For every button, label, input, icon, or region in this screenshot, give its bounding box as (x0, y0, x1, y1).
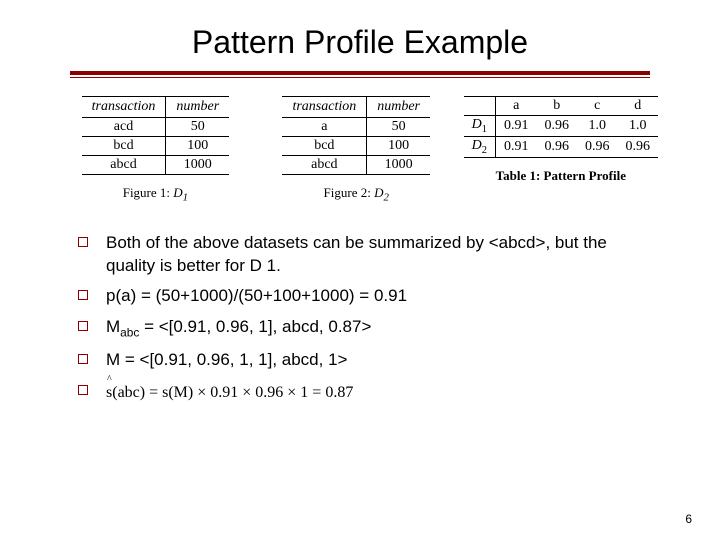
formula-text: (abc) = s(M) × 0.91 × 0.96 × 1 = 0.87 (112, 384, 353, 401)
bullet-text: Both of the above datasets can be summar… (106, 232, 642, 278)
s-hat-symbol: s (106, 384, 112, 401)
figure-1: transaction number acd 50 bcd 100 abcd 1… (62, 96, 249, 204)
table-1: a b c d D1 0.91 0.96 1.0 1.0 D2 0.91 0.9… (464, 96, 658, 184)
bullet-text: M = <[0.91, 0.96, 1, 1], abcd, 1> (106, 349, 642, 372)
list-item: p(a) = (50+1000)/(50+100+1000) = 0.91 (78, 285, 642, 308)
page-title: Pattern Profile Example (50, 24, 670, 61)
bullet-icon (78, 321, 88, 331)
cell: 1000 (367, 156, 430, 175)
cell: 100 (367, 137, 430, 156)
bullet-list: Both of the above datasets can be summar… (78, 232, 642, 404)
cell: 50 (166, 118, 229, 137)
cell: 0.96 (577, 136, 618, 157)
cell: 1.0 (577, 116, 618, 137)
row-header: D2 (464, 136, 496, 157)
page-number: 6 (685, 512, 692, 526)
bullet-formula: s(abc) = s(M) × 0.91 × 0.96 × 1 = 0.87 (106, 380, 642, 404)
col-header: number (166, 97, 229, 118)
figures-row: transaction number acd 50 bcd 100 abcd 1… (62, 96, 658, 204)
bullet-text: p(a) = (50+1000)/(50+100+1000) = 0.91 (106, 285, 642, 308)
figure-1-table: transaction number acd 50 bcd 100 abcd 1… (82, 96, 230, 175)
cell: a (282, 118, 366, 137)
bullet-text: Mabc = <[0.91, 0.96, 1], abcd, 0.87> (106, 316, 642, 340)
pattern-profile-table: a b c d D1 0.91 0.96 1.0 1.0 D2 0.91 0.9… (464, 96, 658, 158)
col-header: b (537, 97, 578, 116)
bullet-icon (78, 354, 88, 364)
list-item: s(abc) = s(M) × 0.91 × 0.96 × 1 = 0.87 (78, 380, 642, 404)
col-header: c (577, 97, 618, 116)
cell: 1.0 (618, 116, 659, 137)
cell: 0.96 (618, 136, 659, 157)
cell: bcd (82, 137, 166, 156)
figure-2-caption: Figure 2: D2 (263, 185, 450, 204)
cell: 0.91 (496, 116, 537, 137)
col-header (464, 97, 496, 116)
list-item: M = <[0.91, 0.96, 1, 1], abcd, 1> (78, 349, 642, 372)
figure-2-table: transaction number a 50 bcd 100 abcd 100… (282, 96, 430, 175)
table-1-caption: Table 1: Pattern Profile (464, 168, 658, 184)
cell: acd (82, 118, 166, 137)
figure-1-caption: Figure 1: D1 (62, 185, 249, 204)
cell: 50 (367, 118, 430, 137)
cell: 1000 (166, 156, 229, 175)
col-header: d (618, 97, 659, 116)
cell: 100 (166, 137, 229, 156)
bullet-icon (78, 385, 88, 395)
cell: 0.96 (537, 136, 578, 157)
cell: abcd (82, 156, 166, 175)
list-item: Mabc = <[0.91, 0.96, 1], abcd, 0.87> (78, 316, 642, 340)
col-header: number (367, 97, 430, 118)
cell: abcd (282, 156, 366, 175)
row-header: D1 (464, 116, 496, 137)
bullet-icon (78, 290, 88, 300)
figure-2: transaction number a 50 bcd 100 abcd 100… (263, 96, 450, 204)
col-header: transaction (82, 97, 166, 118)
cell: 0.91 (496, 136, 537, 157)
title-underline (70, 71, 650, 78)
cell: bcd (282, 137, 366, 156)
cell: 0.96 (537, 116, 578, 137)
slide: Pattern Profile Example transaction numb… (0, 0, 720, 431)
col-header: transaction (282, 97, 366, 118)
list-item: Both of the above datasets can be summar… (78, 232, 642, 278)
col-header: a (496, 97, 537, 116)
bullet-icon (78, 237, 88, 247)
